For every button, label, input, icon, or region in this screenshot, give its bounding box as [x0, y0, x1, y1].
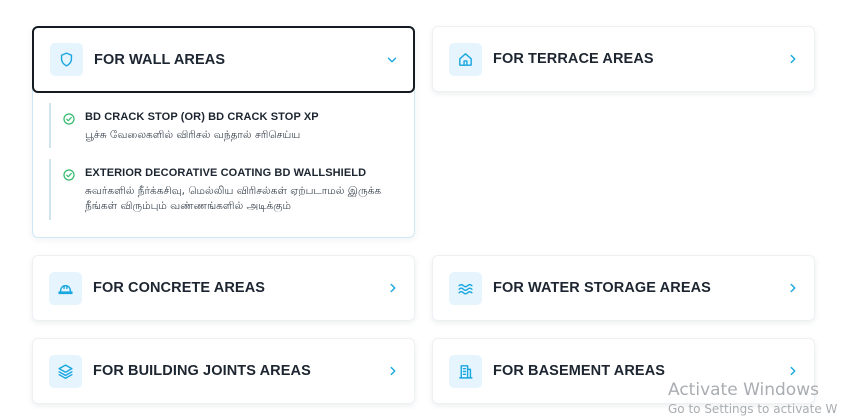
category-title: FOR WALL AREAS	[94, 51, 226, 68]
chevron-down-icon[interactable]	[385, 53, 399, 67]
category-title: FOR BASEMENT AREAS	[493, 363, 666, 379]
activate-windows-watermark: Activate Windows Go to Settings to activ…	[668, 380, 837, 416]
category-title: FOR WATER STORAGE AREAS	[493, 280, 711, 296]
product-description: பூச்சு வேலைகளில் விரிசல் வந்தால் சரிசெய்…	[85, 129, 301, 141]
category-header-wall[interactable]: FOR WALL AREAS	[32, 26, 415, 93]
waves-icon	[449, 271, 482, 305]
product-item[interactable]: EXTERIOR DECORATIVE COATING BD WALLSHIEL…	[49, 159, 398, 220]
category-card-terrace[interactable]: FOR TERRACE AREAS	[432, 26, 815, 92]
product-item[interactable]: BD CRACK STOP (OR) BD CRACK STOP XP பூச்…	[49, 103, 398, 149]
category-header-terrace[interactable]: FOR TERRACE AREAS	[433, 27, 814, 91]
category-card-wall: FOR WALL AREAS BD CRACK STOP (OR) BD CRA…	[32, 26, 415, 238]
chevron-right-icon[interactable]	[786, 281, 800, 295]
wall-product-list: BD CRACK STOP (OR) BD CRACK STOP XP பூச்…	[49, 103, 398, 231]
watermark-title: Activate Windows	[668, 380, 819, 400]
layers-icon	[49, 354, 82, 388]
chevron-right-icon[interactable]	[386, 364, 400, 378]
category-title: FOR TERRACE AREAS	[493, 51, 654, 67]
product-description: சுவர்களில் நீர்க்கசிவு, மெல்லிய விரிசல்க…	[85, 185, 382, 213]
product-name: BD CRACK STOP (OR) BD CRACK STOP XP	[85, 111, 319, 123]
chevron-right-icon[interactable]	[786, 52, 800, 66]
product-name: EXTERIOR DECORATIVE COATING BD WALLSHIEL…	[85, 167, 367, 180]
chevron-right-icon[interactable]	[386, 281, 400, 295]
category-header-water-storage[interactable]: FOR WATER STORAGE AREAS	[433, 256, 814, 320]
category-title: FOR CONCRETE AREAS	[93, 280, 266, 296]
check-circle-icon	[63, 112, 75, 125]
category-title: FOR BUILDING JOINTS AREAS	[93, 363, 311, 379]
shield-icon	[50, 43, 83, 76]
watermark-subtitle: Go to Settings to activate W	[668, 402, 838, 416]
category-header-building-joints[interactable]: FOR BUILDING JOINTS AREAS	[33, 339, 414, 403]
hardhat-icon	[49, 271, 82, 305]
category-header-concrete[interactable]: FOR CONCRETE AREAS	[33, 256, 414, 320]
house-icon	[449, 42, 482, 76]
category-card-concrete[interactable]: FOR CONCRETE AREAS	[32, 255, 415, 321]
category-card-water-storage[interactable]: FOR WATER STORAGE AREAS	[432, 255, 815, 321]
building-icon	[449, 354, 482, 388]
check-circle-icon	[63, 168, 75, 181]
category-card-building-joints[interactable]: FOR BUILDING JOINTS AREAS	[32, 338, 415, 404]
chevron-right-icon[interactable]	[786, 364, 800, 378]
